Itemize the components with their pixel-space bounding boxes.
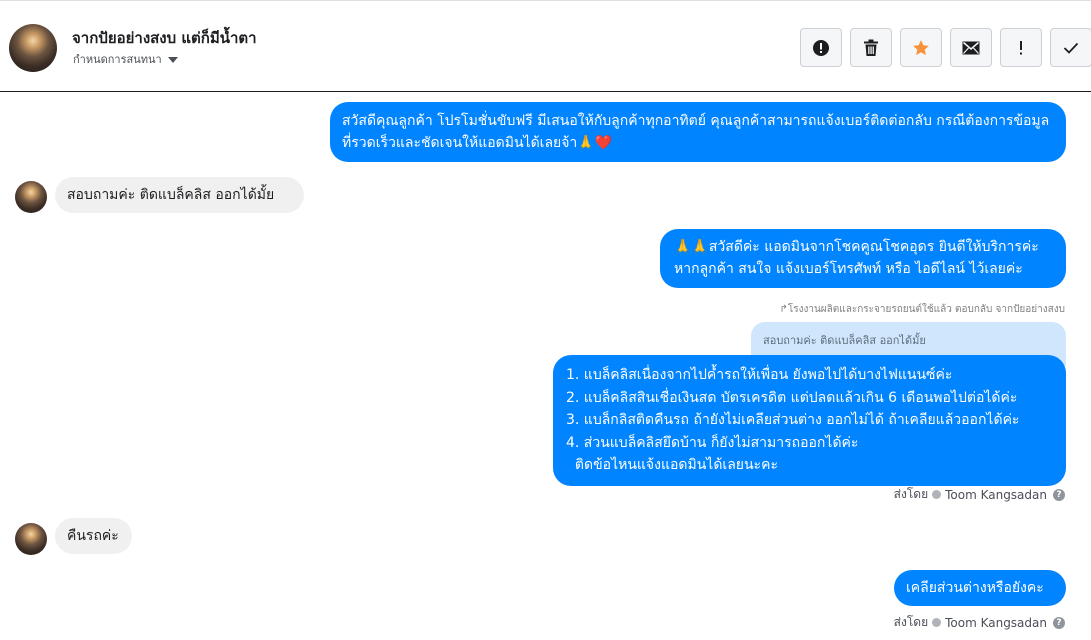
conversation-settings-dropdown[interactable]: กำหนดการสนทนา [73,50,178,68]
sent-by-info: ส่งโดย Toom Kangsadan ? [894,485,1065,504]
message-text: เคลียส่วนต่างหรือยังคะ [906,580,1044,596]
message-line: 1. แบล็คลิสเนื่องจากไปค้ำรถให้เพื่อน ยัง… [566,367,953,383]
sent-by-name[interactable]: Toom Kangsadan [945,488,1047,502]
mark-unread-button[interactable] [950,28,992,67]
sender-avatar[interactable] [15,523,47,555]
header-toolbar [800,28,1091,67]
mark-done-button[interactable] [1050,28,1091,67]
message-line: 3. แบล็กลิสติดคืนรถ ถ้ายังไม่เคลียส่วนต่… [566,412,1020,428]
message-outgoing[interactable]: สวัสดีคุณลูกค้า โปรโมชั่นขับฟรี มีเสนอให… [330,102,1066,162]
message-text: สอบถามค่ะ ติดแบล็คลิส ออกได้มั้ย [67,187,275,203]
sent-by-label: ส่งโดย [893,615,929,629]
contact-avatar[interactable] [9,24,57,72]
sent-by-name[interactable]: Toom Kangsadan [945,616,1047,630]
quoted-message-text: สอบถามค่ะ ติดแบล็คลิส ออกได้มั้ย [763,334,926,347]
message-text: สวัสดีคุณลูกค้า โปรโมชั่นขับฟรี มีเสนอให… [342,113,1050,151]
alert-circle-icon [813,39,829,56]
follow-up-button[interactable] [1000,28,1042,67]
reply-note: ↱โรงงานผลิตและกระจายรถยนต์ใช้แล้ว ตอบกลั… [779,304,1065,315]
sender-icon [932,618,942,627]
message-line: 4. ส่วนแบล็คลิสยึดบ้าน ก็ยังไม่สามารถออก… [566,434,859,451]
help-icon[interactable]: ? [1053,488,1065,501]
envelope-icon [962,41,980,54]
star-button[interactable] [900,28,942,67]
message-outgoing[interactable]: เคลียส่วนต่างหรือยังคะ [894,570,1066,606]
sender-avatar[interactable] [15,181,47,213]
delete-button[interactable] [850,28,892,67]
sent-by-label: ส่งโดย [893,487,929,501]
conversation-settings-label: กำหนดการสนทนา [73,53,162,66]
check-icon [1063,42,1079,54]
message-outgoing[interactable]: 🙏🙏สวัสดีค่ะ แอดมินจากโชคคูณโชคอุดร ยินดี… [660,229,1066,288]
mark-spam-button[interactable] [800,28,842,67]
conversation-header: จากปัยอย่างสงบ แต่ก็มีน้ำตา กำหนดการสนทน… [0,4,1091,92]
message-line: ติดข้อไหนแจ้งแอดมินได้เลยนะคะ [566,457,778,473]
exclamation-icon [1020,40,1022,54]
message-incoming[interactable]: คืนรถค่ะ [55,518,132,554]
sent-by-info: ส่งโดย Toom Kangsadan ? [894,613,1065,632]
caret-down-icon [167,56,178,63]
message-text: 🙏🙏สวัสดีค่ะ แอดมินจากโชคคูณโชคอุดร ยินดี… [674,239,1039,277]
help-icon[interactable]: ? [1053,616,1065,629]
trash-icon [864,39,878,56]
message-outgoing[interactable]: 1. แบล็คลิสเนื่องจากไปค้ำรถให้เพื่อน ยัง… [553,355,1066,486]
contact-name[interactable]: จากปัยอย่างสงบ แต่ก็มีน้ำตา [72,26,257,50]
star-icon [913,39,929,55]
message-incoming[interactable]: สอบถามค่ะ ติดแบล็คลิส ออกได้มั้ย [55,177,304,213]
message-line: 2. แบล็คลิสสินเชื่อเงินสด บัตรเครดิต แต่… [566,389,1018,406]
sender-icon [932,490,942,499]
message-text: คืนรถค่ะ [67,528,119,544]
